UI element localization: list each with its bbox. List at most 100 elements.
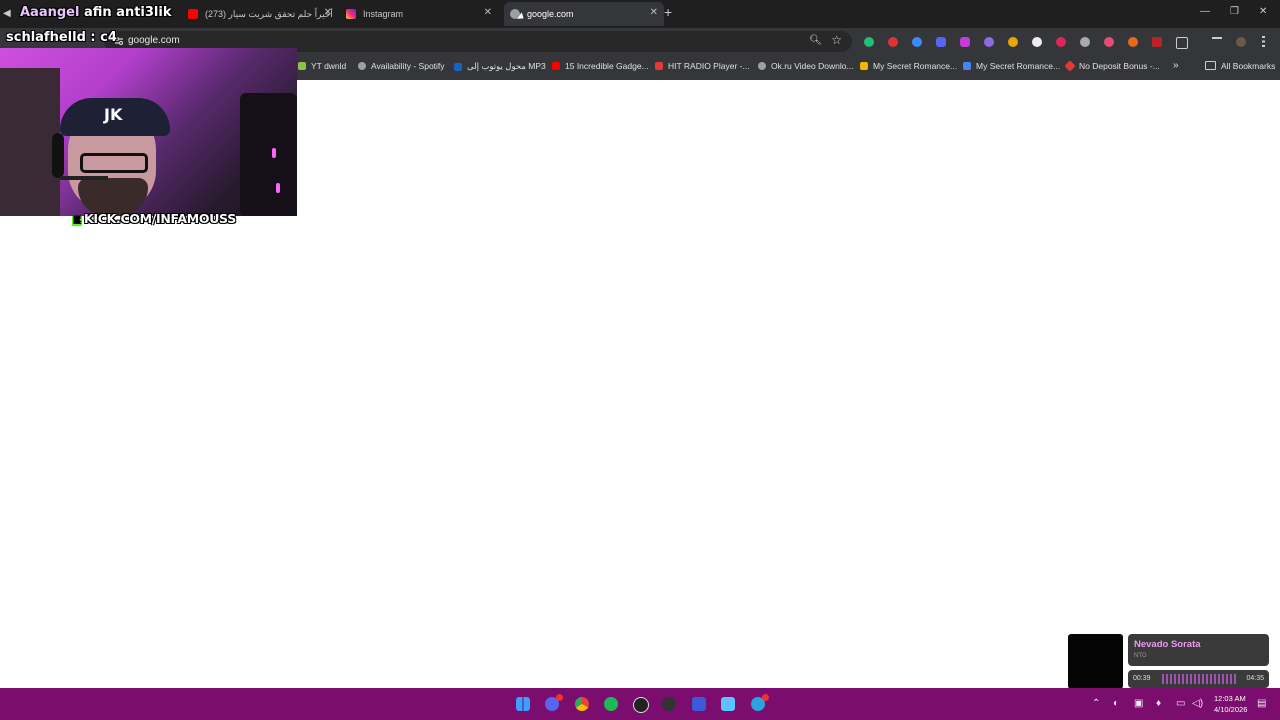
tab-youtube[interactable]: أخيراً حلم تحقق شريت سيار (273) ✕	[188, 2, 338, 26]
glasses	[80, 153, 148, 173]
bookmark-label: محول يوتوب إلى MP3	[467, 61, 546, 71]
clock-time[interactable]: 12:03 AM	[1214, 694, 1246, 703]
song-artist: NTO	[1134, 653, 1147, 659]
network-icon[interactable]: ▭	[1176, 698, 1185, 709]
tray-app-icon[interactable]: ◐	[1113, 698, 1119, 709]
folder-icon	[860, 62, 868, 70]
total-time: 04:35	[1246, 675, 1264, 682]
bookmark-item[interactable]: HIT RADIO Player -...	[655, 61, 750, 71]
bookmark-icon	[963, 62, 971, 70]
extension-rose-icon[interactable]	[1056, 37, 1066, 47]
close-tab-icon[interactable]: ✕	[650, 7, 658, 18]
close-tab-icon[interactable]: ✕	[484, 7, 492, 18]
cap-logo: JK	[104, 105, 123, 124]
now-playing-timeline: 00:39 04:35	[1128, 670, 1269, 688]
star-icon	[655, 62, 663, 70]
extension-pink-icon[interactable]	[960, 37, 970, 47]
taskbar: ⌃ ◐ ▣ ♦ ▭ ◁) 12:03 AM 4/10/2026 ▤	[0, 688, 1280, 720]
now-playing-card: Nevado Sorata NTO	[1128, 634, 1269, 666]
overlay-chat-line-2: schlafhelld : c4	[6, 30, 117, 45]
song-title: Nevado Sorata	[1134, 639, 1201, 650]
extension-purple-icon[interactable]	[984, 37, 994, 47]
media-controls-icon[interactable]	[1212, 37, 1222, 45]
folder-icon	[1205, 61, 1216, 70]
close-tab-icon[interactable]: ✕	[324, 7, 332, 18]
bookmark-label: Ok.ru Video Downlo...	[771, 61, 854, 71]
extension-blue-icon[interactable]	[912, 37, 922, 47]
tab-instagram[interactable]: Instagram ✕	[346, 2, 498, 26]
bookmark-star-icon[interactable]: ☆	[831, 33, 842, 47]
microphone-icon[interactable]: ♦	[1156, 698, 1161, 709]
rgb-light	[276, 183, 280, 193]
tray-overflow-icon[interactable]: ⌃	[1092, 698, 1100, 709]
remote-desktop-icon[interactable]	[721, 697, 735, 711]
tab-title: google.com	[527, 9, 574, 19]
bookmark-item[interactable]: My Secret Romance...	[860, 61, 957, 71]
diamond-icon	[1064, 60, 1076, 72]
notification-badge	[556, 694, 563, 701]
background-pc-case	[240, 93, 297, 216]
bookmark-label: My Secret Romance...	[976, 61, 1061, 71]
bookmark-label: 15 Incredible Gadge...	[565, 61, 649, 71]
bookmark-icon	[454, 62, 462, 71]
extension-compass-icon[interactable]	[1104, 37, 1114, 47]
bookmark-item[interactable]: Availability - Spotify	[358, 61, 445, 71]
extension-gray-icon[interactable]	[1080, 37, 1090, 47]
globe-icon	[358, 62, 366, 70]
kick-url-text: KICK.COM/INFAMOUSS	[84, 211, 236, 226]
album-art	[1068, 634, 1123, 689]
waveform	[1162, 674, 1236, 684]
bookmark-item[interactable]: 15 Incredible Gadge...	[552, 61, 649, 71]
browser-tab-strip: أخيراً حلم تحقق شريت سيار (273) ✕ Instag…	[0, 0, 1280, 28]
close-window-icon[interactable]: ✕	[1259, 6, 1267, 17]
app-icon[interactable]	[662, 697, 676, 711]
overlay-chat-line-1: Aaangel afin anti3lik	[20, 5, 171, 20]
bookmark-item[interactable]: YT dwnld	[298, 61, 346, 71]
extension-red-icon[interactable]	[888, 37, 898, 47]
back-arrow-icon[interactable]: ◀	[3, 8, 11, 19]
extension-white-icon[interactable]	[1032, 37, 1042, 47]
bookmark-item[interactable]: My Secret Romance...	[963, 61, 1060, 71]
extensions-puzzle-icon[interactable]	[1176, 37, 1188, 49]
clock-date[interactable]: 4/10/2026	[1214, 705, 1247, 714]
youtube-icon	[552, 62, 560, 70]
notification-badge	[762, 694, 769, 701]
tab-title: أخيراً حلم تحقق شريت سيار (273)	[205, 8, 333, 19]
bookmark-label: YT dwnld	[311, 61, 347, 71]
volume-icon[interactable]: ◁)	[1192, 698, 1203, 709]
chat-message: afin anti3lik	[83, 5, 172, 20]
youtube-icon	[188, 9, 198, 19]
tray-discord-icon[interactable]: ▣	[1134, 698, 1143, 709]
menu-dots-icon[interactable]	[1262, 36, 1265, 47]
new-tab-button[interactable]: +	[664, 4, 672, 20]
headset	[52, 133, 64, 178]
extension-discord-icon[interactable]	[936, 37, 946, 47]
bookmark-item[interactable]: Ok.ru Video Downlo...	[758, 61, 854, 71]
profile-avatar[interactable]	[1236, 37, 1246, 47]
maximize-icon[interactable]: ❐	[1230, 6, 1239, 17]
extension-orange-icon[interactable]	[1128, 37, 1138, 47]
extension-multicolor-icon[interactable]	[1008, 37, 1018, 47]
obs-icon[interactable]	[633, 697, 649, 713]
chrome-icon[interactable]	[575, 697, 589, 711]
bookmark-item[interactable]: محول يوتوب إلى MP3	[454, 61, 546, 72]
minimize-icon[interactable]: —	[1200, 6, 1210, 17]
zoom-icon[interactable]: 🔍︎	[809, 35, 822, 46]
chat-user: Aaangel	[20, 5, 80, 20]
webcam-overlay: JK	[0, 48, 297, 216]
url-text: google.com	[128, 35, 180, 46]
more-bookmarks-button[interactable]: »	[1173, 60, 1179, 71]
extension-green-icon[interactable]	[864, 37, 874, 47]
extension-square-icon[interactable]	[1152, 37, 1162, 47]
notifications-icon[interactable]: ▤	[1257, 698, 1266, 709]
kick-channel-label: K KICK.COM/INFAMOUSS	[72, 211, 236, 226]
tab-google[interactable]: google.com ✕	[504, 2, 664, 26]
kick-logo-icon: K	[72, 216, 82, 226]
bookmark-item[interactable]: No Deposit Bonus -...	[1064, 60, 1160, 72]
all-bookmarks-button[interactable]: All Bookmarks	[1205, 61, 1275, 71]
windows-start-icon[interactable]	[516, 697, 530, 711]
microphone-app-icon[interactable]	[692, 697, 706, 711]
background-shelf	[0, 68, 60, 216]
globe-icon	[758, 62, 766, 70]
spotify-icon[interactable]	[604, 697, 618, 711]
